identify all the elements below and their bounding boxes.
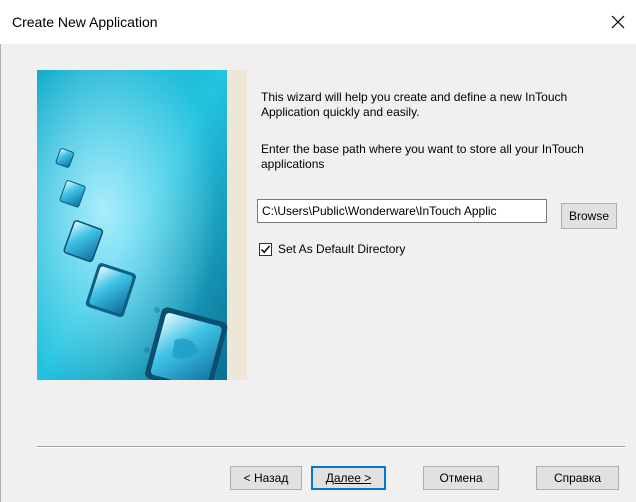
close-button[interactable] — [606, 10, 630, 34]
next-button-label: Далее > — [325, 471, 372, 485]
back-button[interactable]: < Назад — [230, 466, 302, 490]
help-button[interactable]: Справка — [536, 466, 619, 490]
title-bar: Create New Application — [0, 0, 636, 44]
browse-button[interactable]: Browse — [561, 203, 617, 229]
default-directory-label: Set As Default Directory — [278, 242, 406, 256]
cancel-button-label: Отмена — [439, 471, 483, 485]
base-path-input[interactable] — [257, 199, 547, 223]
window-border — [0, 44, 1, 502]
checkmark-icon — [260, 245, 271, 254]
intro-text: This wizard will help you create and def… — [261, 90, 568, 119]
path-prompt-text: Enter the base path where you want to st… — [261, 142, 584, 171]
next-button[interactable]: Далее > — [311, 466, 386, 490]
close-icon — [611, 15, 625, 29]
default-directory-checkbox[interactable] — [259, 243, 272, 256]
window-title: Create New Application — [12, 14, 158, 30]
back-button-label: < Назад — [243, 471, 289, 485]
browse-button-label: Browse — [568, 209, 609, 223]
help-button-label: Справка — [553, 471, 602, 485]
cancel-button[interactable]: Отмена — [423, 466, 499, 490]
footer-separator — [37, 446, 625, 448]
wizard-banner-image — [37, 70, 247, 380]
